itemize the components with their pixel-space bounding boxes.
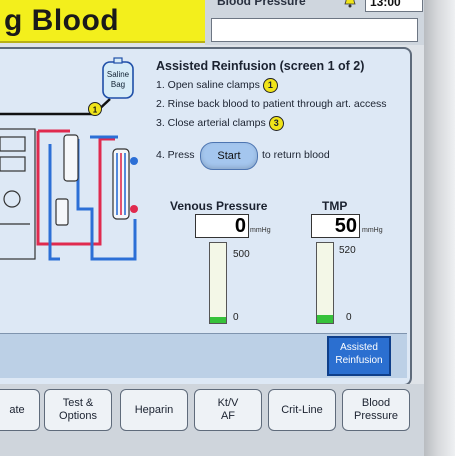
venous-scale-max: 500 <box>233 249 250 260</box>
venous-unit: mmHg <box>250 227 271 234</box>
blood-pressure-box <box>211 18 418 42</box>
press-start-row: 4. Press Start to return blood <box>156 142 330 170</box>
assisted-reinfusion-button[interactable]: Assisted Reinfusion <box>327 336 391 376</box>
title-bar: g Blood <box>0 0 205 43</box>
clamp-number: 1 <box>93 106 98 115</box>
page-title: g Blood <box>4 4 120 37</box>
tab-blood-pressure[interactable]: Blood Pressure <box>342 389 410 431</box>
drip-chamber-icon <box>55 134 79 226</box>
tab-heparin[interactable]: Heparin <box>120 389 188 431</box>
tab-ktv-af[interactable]: Kt/V AF <box>194 389 262 431</box>
venous-scale-min: 0 <box>233 312 239 323</box>
tab-test-options[interactable]: Test & Options <box>44 389 112 431</box>
tab-update[interactable]: ate <box>0 389 40 431</box>
venous-pressure-bar <box>209 242 227 324</box>
tmp-scale-min: 0 <box>346 312 352 323</box>
start-button[interactable]: Start <box>200 142 258 170</box>
step-text: 1. Open saline clamps <box>156 79 260 91</box>
assisted-reinfusion-label: Assisted <box>340 342 378 353</box>
saline-bag-label: Saline <box>107 70 130 79</box>
main-panel: Saline Bag 1 Assisted Reinfusion (screen… <box>0 47 412 386</box>
tab-label: Options <box>59 410 97 422</box>
tab-label: Blood <box>361 397 391 409</box>
tab-label: Pressure <box>353 410 399 422</box>
monitor-bezel <box>424 0 455 456</box>
instruction-step: 2. Rinse back blood to patient through a… <box>156 95 406 114</box>
venous-pressure-label: Venous Pressure <box>170 199 268 213</box>
step-text: 3. Close arterial clamps <box>156 117 266 129</box>
clamp-1-icon: 1 <box>88 102 102 116</box>
tmp-unit: mmHg <box>362 227 383 234</box>
circuit-diagram: Saline Bag 1 <box>0 57 138 261</box>
saline-bag-label: Bag <box>111 80 125 89</box>
tab-label: Kt/V <box>217 397 239 409</box>
clamp-1-icon: 1 <box>262 77 278 93</box>
press-after-text: to return blood <box>262 149 330 161</box>
clamp-3-icon: 3 <box>268 115 284 131</box>
instructions-title: Assisted Reinfusion (screen 1 of 2) <box>156 59 365 73</box>
bell-icon <box>344 0 356 8</box>
dialysis-screen: g Blood Blood Pressure 13:00 Saline Bag <box>0 0 424 456</box>
instruction-step: 1. Open saline clamps 1 <box>156 76 406 95</box>
tab-label: AF <box>220 410 236 422</box>
instruction-step: 3. Close arterial clamps 3 <box>156 114 406 133</box>
tab-label: ate <box>9 403 25 416</box>
tab-label: Crit-Line <box>281 403 323 416</box>
saline-bag-icon: Saline Bag <box>102 57 134 99</box>
tmp-label: TMP <box>322 199 348 213</box>
bottom-tab-bar: ate Test & Options Heparin Kt/V AF Crit-Li… <box>0 384 424 456</box>
clock-display: 13:00 <box>365 0 423 12</box>
assisted-reinfusion-label: Reinfusion <box>335 355 383 366</box>
dialyzer-icon <box>112 148 138 220</box>
venous-pressure-fill <box>210 317 226 323</box>
press-label: 4. Press <box>156 149 195 161</box>
tab-label: Heparin <box>134 403 174 416</box>
tmp-value: 50 <box>311 214 360 238</box>
tmp-scale-max: 520 <box>339 245 356 256</box>
top-status-area: Blood Pressure 13:00 <box>205 0 424 45</box>
tab-crit-line[interactable]: Crit-Line <box>268 389 336 431</box>
blood-pressure-label: Blood Pressure <box>217 0 306 8</box>
tab-label: Test & <box>62 397 94 409</box>
step-text: 2. Rinse back blood to patient through a… <box>156 98 387 110</box>
tmp-bar <box>316 242 334 324</box>
tmp-fill <box>317 315 333 323</box>
machine-outline <box>0 128 36 260</box>
venous-pressure-value: 0 <box>195 214 249 238</box>
reinfusion-instructions: Assisted Reinfusion (screen 1 of 2) 1. O… <box>156 59 406 133</box>
